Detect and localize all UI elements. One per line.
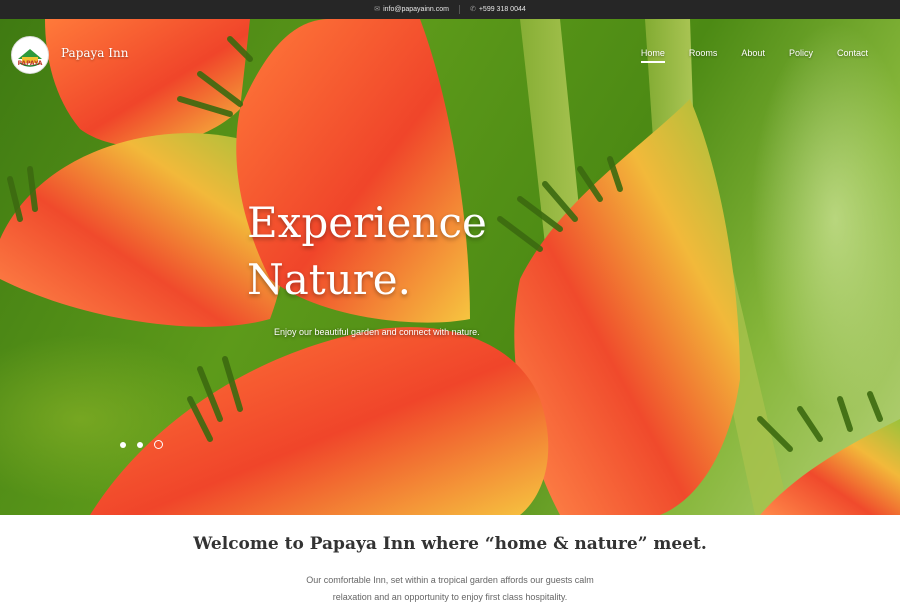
- envelope-icon: ✉: [374, 6, 381, 13]
- intro-line-1: Our comfortable Inn, set within a tropic…: [306, 575, 594, 585]
- nav-about[interactable]: About: [729, 48, 777, 58]
- slide-dot-1[interactable]: [120, 441, 126, 448]
- nav-rooms[interactable]: Rooms: [677, 48, 730, 58]
- phone-icon: ✆: [469, 6, 476, 13]
- slide-dot-2[interactable]: [137, 441, 143, 448]
- slider-dots: [120, 440, 163, 449]
- nav-home[interactable]: Home: [629, 48, 677, 63]
- welcome-intro: Our comfortable Inn, set within a tropic…: [0, 572, 900, 606]
- hero-slider: PAPAYA Papaya Inn Home Rooms About Polic…: [0, 19, 900, 515]
- logo-palm-icon: [13, 38, 47, 72]
- intro-line-2: relaxation and an opportunity to enjoy f…: [332, 592, 568, 602]
- main-nav: Home Rooms About Policy Contact: [629, 48, 880, 63]
- hero-subtext: Enjoy our beautiful garden and connect w…: [274, 327, 480, 337]
- email-text[interactable]: info@papayainn.com: [383, 6, 449, 13]
- slide-dot-3[interactable]: [154, 440, 163, 449]
- headline-line-1: Experience: [247, 198, 487, 247]
- welcome-title: Welcome to Papaya Inn where “home & natu…: [193, 534, 707, 554]
- phone-text[interactable]: +599 318 0044: [479, 6, 526, 13]
- logo[interactable]: PAPAYA: [11, 36, 49, 74]
- phone-contact[interactable]: ✆ +599 318 0044: [470, 6, 526, 13]
- brand-name[interactable]: Papaya Inn: [61, 46, 128, 60]
- email-contact[interactable]: ✉ info@papayainn.com: [374, 6, 449, 13]
- top-contact-bar: ✉ info@papayainn.com ✆ +599 318 0044: [0, 0, 900, 19]
- headline-line-2: Nature.: [247, 255, 412, 304]
- logo-text: PAPAYA: [17, 60, 43, 67]
- nav-policy[interactable]: Policy: [777, 48, 825, 58]
- nav-contact[interactable]: Contact: [825, 48, 880, 58]
- divider: [458, 5, 460, 14]
- hero-headline: Experience Nature.: [247, 194, 487, 308]
